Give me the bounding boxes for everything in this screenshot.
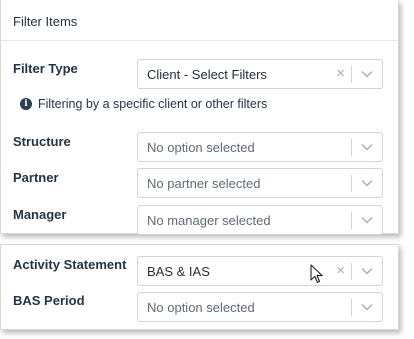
structure-select[interactable]: No option selected — [137, 132, 383, 162]
chevron-down-icon[interactable] — [361, 70, 373, 78]
structure-placeholder: No option selected — [147, 140, 255, 155]
manager-select[interactable]: No manager selected — [137, 205, 383, 235]
filter-type-value: Client - Select Filters — [147, 67, 267, 82]
chevron-down-icon[interactable] — [361, 216, 373, 224]
select-separator — [351, 175, 352, 192]
chevron-down-icon[interactable] — [361, 303, 373, 311]
partner-placeholder: No partner selected — [147, 176, 261, 191]
filter-type-select[interactable]: Client - Select Filters × — [137, 59, 383, 89]
partner-label: Partner — [13, 170, 59, 185]
close-icon[interactable]: × — [336, 65, 345, 83]
panel-title: Filter Items — [13, 14, 78, 29]
bas-period-select[interactable]: No option selected — [137, 292, 383, 322]
select-separator — [351, 299, 352, 316]
close-icon[interactable]: × — [336, 262, 345, 280]
activity-statement-value: BAS & IAS — [147, 264, 210, 279]
filter-info-note: i Filtering by a specific client or othe… — [20, 96, 267, 112]
chevron-down-icon[interactable] — [361, 179, 373, 187]
manager-label: Manager — [13, 207, 67, 222]
select-separator — [351, 66, 352, 83]
mouse-pointer-icon — [310, 264, 323, 283]
info-icon: i — [20, 98, 32, 110]
partner-select[interactable]: No partner selected — [137, 168, 383, 198]
chevron-down-icon[interactable] — [361, 267, 373, 275]
activity-statement-select[interactable]: BAS & IAS × — [137, 256, 383, 286]
panel-header: Filter Items — [1, 0, 398, 41]
structure-label: Structure — [13, 134, 71, 149]
filter-type-label: Filter Type — [13, 61, 78, 76]
manager-placeholder: No manager selected — [147, 213, 271, 228]
info-text: Filtering by a specific client or other … — [38, 97, 268, 111]
filter-items-panel: Filter Items Filter Type Client - Select… — [0, 0, 399, 235]
activity-statement-label: Activity Statement — [13, 257, 127, 272]
activity-statement-panel: Activity Statement BAS & IAS × BAS Perio… — [0, 244, 399, 330]
select-separator — [351, 212, 352, 229]
bas-period-placeholder: No option selected — [147, 300, 255, 315]
select-separator — [351, 263, 352, 280]
select-separator — [351, 139, 352, 156]
chevron-down-icon[interactable] — [361, 143, 373, 151]
bas-period-label: BAS Period — [13, 293, 85, 308]
